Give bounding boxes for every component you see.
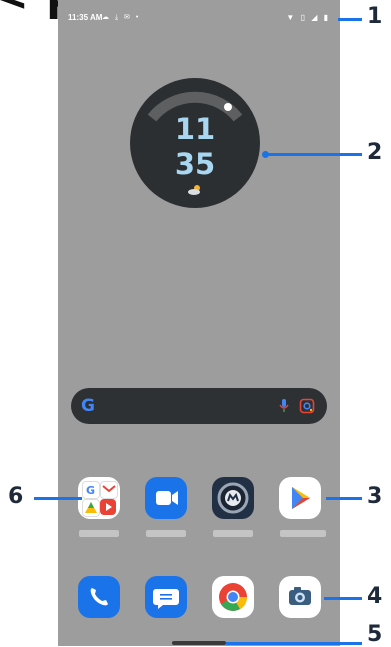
callout-line-4 — [324, 597, 362, 600]
status-system-icons: ▼ ▯ ◢ ▮ — [286, 13, 330, 22]
google-mini-icon: G — [82, 481, 100, 499]
moto-app-icon[interactable] — [212, 477, 254, 519]
callout-line-5 — [226, 642, 362, 645]
callout-line-1 — [338, 18, 362, 21]
callout-number-3: 3 — [367, 484, 383, 509]
status-notification-icons: ☁ ⤓ ✉ • — [102, 13, 140, 22]
messages-app-icon[interactable] — [145, 576, 187, 618]
camera-app-icon[interactable] — [279, 576, 321, 618]
lens-icon[interactable] — [299, 398, 315, 414]
notification-icon: ✉ — [124, 14, 132, 21]
navigation-handle[interactable] — [172, 641, 226, 645]
callout-line-6 — [34, 497, 82, 500]
google-logo-icon: G — [81, 396, 95, 416]
status-bar: 11:35 AM ☁ ⤓ ✉ • ▼ ▯ ◢ ▮ — [58, 10, 340, 26]
app-label-placeholder — [146, 530, 186, 537]
phone-screen: 11:35 AM ☁ ⤓ ✉ • ▼ ▯ ◢ ▮ 11 35 G G — [58, 0, 340, 646]
gmail-mini-icon — [100, 481, 118, 499]
duo-video-icon[interactable] — [145, 477, 187, 519]
wifi-icon: ▼ — [286, 13, 297, 22]
callout-number-2: 2 — [367, 140, 383, 165]
youtube-mini-icon — [100, 499, 116, 515]
dot-icon: • — [135, 14, 141, 21]
partly-cloudy-icon — [188, 185, 200, 195]
signal-icon: ◢ — [311, 13, 320, 22]
mic-icon[interactable] — [279, 398, 289, 414]
vibrate-icon: ▯ — [300, 13, 307, 22]
phone-app-icon[interactable] — [78, 576, 120, 618]
battery-icon: ▮ — [323, 13, 330, 22]
clock-minutes: 35 — [174, 147, 216, 181]
play-store-icon[interactable] — [279, 477, 321, 519]
clock-hours: 11 — [174, 112, 216, 146]
app-label-placeholder — [79, 530, 119, 537]
cloud-icon: ☁ — [102, 14, 111, 21]
chrome-app-icon[interactable] — [212, 576, 254, 618]
callout-line-2 — [266, 153, 362, 156]
status-time: 11:35 AM — [68, 13, 103, 22]
clock-widget[interactable]: 11 35 — [130, 78, 260, 208]
svg-text:G: G — [86, 484, 95, 497]
callout-number-5: 5 — [367, 622, 383, 647]
app-label-placeholder — [280, 530, 326, 537]
app-label-placeholder — [213, 530, 253, 537]
google-folder-icon[interactable]: G — [78, 477, 120, 519]
callout-number-6: 6 — [8, 484, 24, 509]
drive-mini-icon — [82, 499, 100, 517]
callout-line-3 — [326, 497, 362, 500]
callout-number-1: 1 — [367, 4, 383, 29]
callout-number-4: 4 — [367, 584, 383, 609]
download-icon: ⤓ — [114, 14, 121, 21]
google-search-bar[interactable]: G — [71, 388, 327, 424]
